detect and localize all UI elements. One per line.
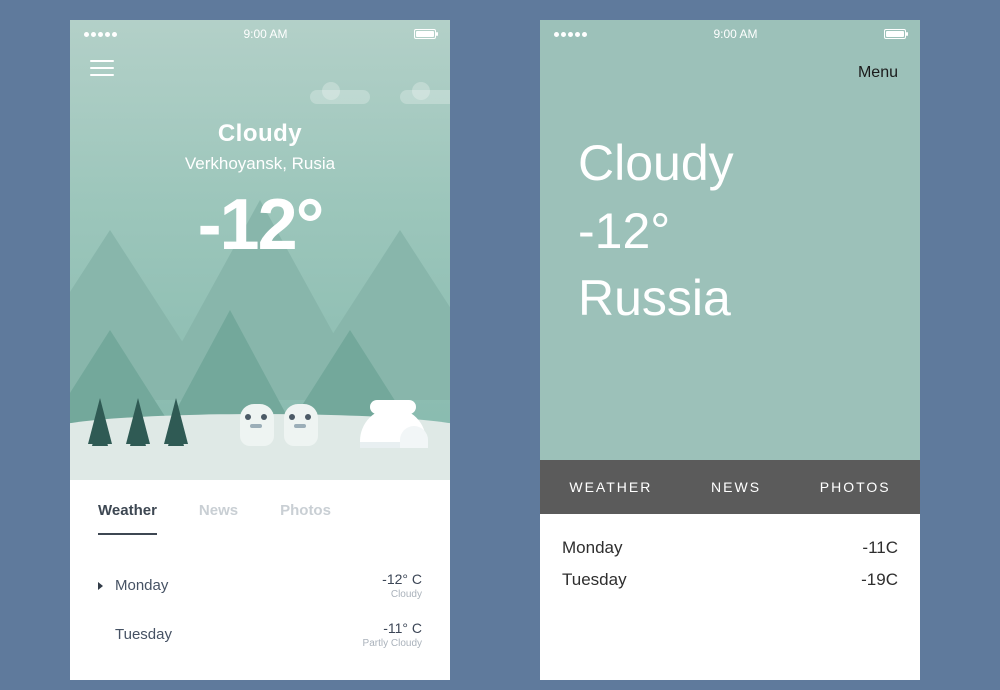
tab-weather[interactable]: Weather (98, 502, 157, 535)
tab-news[interactable]: NEWS (711, 479, 761, 495)
forecast-list: Monday -11C Tuesday -19C (540, 514, 920, 596)
day-name: Tuesday (562, 570, 627, 590)
hero-area: 9:00 AM Menu Cloudy -12° Russia (540, 20, 920, 460)
day-condition: Cloudy (382, 589, 422, 600)
day-temp: -11° C (363, 620, 422, 636)
tree-icon (88, 398, 188, 444)
day-condition: Partly Cloudy (363, 638, 422, 649)
day-name: Tuesday (115, 626, 172, 643)
condition-label: Cloudy (578, 130, 920, 198)
status-bar: 9:00 AM (540, 20, 920, 48)
forecast-row[interactable]: Monday -12° C Cloudy (98, 561, 422, 610)
bottom-panel: Weather News Photos Monday -12° C Cloudy … (70, 480, 450, 659)
condition-label: Cloudy (70, 120, 450, 148)
tab-weather[interactable]: WEATHER (569, 479, 652, 495)
battery-icon (884, 29, 906, 39)
tab-photos[interactable]: Photos (280, 502, 331, 535)
menu-button[interactable]: Menu (858, 64, 898, 82)
day-name: Monday (562, 538, 622, 558)
hero-area: 9:00 AM Cloudy Verkhoyansk, Rusia -12° (70, 20, 450, 480)
tab-bar: Weather News Photos (98, 502, 422, 535)
forecast-row[interactable]: Tuesday -19C (562, 564, 898, 596)
tab-bar: WEATHER NEWS PHOTOS (540, 460, 920, 514)
location-label: Russia (578, 265, 920, 333)
status-time: 9:00 AM (713, 27, 757, 41)
temperature-display: -12° (70, 184, 450, 266)
yeti-icon (240, 404, 318, 446)
location-label: Verkhoyansk, Rusia (70, 154, 450, 174)
temperature-display: -12° (578, 198, 920, 266)
forecast-row[interactable]: Monday -11C (562, 532, 898, 564)
day-temp: -11C (862, 538, 898, 558)
current-day-marker-icon (98, 582, 103, 590)
phone-right: 9:00 AM Menu Cloudy -12° Russia WEATHER … (540, 20, 920, 680)
signal-dots-icon (554, 32, 587, 37)
day-name: Monday (115, 577, 168, 594)
phone-left: 9:00 AM Cloudy Verkhoyansk, Rusia -12° (70, 20, 450, 680)
forecast-list: Monday -12° C Cloudy Tuesday -11° C Partly… (98, 561, 422, 659)
tab-photos[interactable]: PHOTOS (820, 479, 891, 495)
forecast-row[interactable]: Tuesday -11° C Partly Cloudy (98, 610, 422, 659)
day-temp: -19C (861, 570, 898, 590)
day-temp: -12° C (382, 571, 422, 587)
tab-news[interactable]: News (199, 502, 238, 535)
